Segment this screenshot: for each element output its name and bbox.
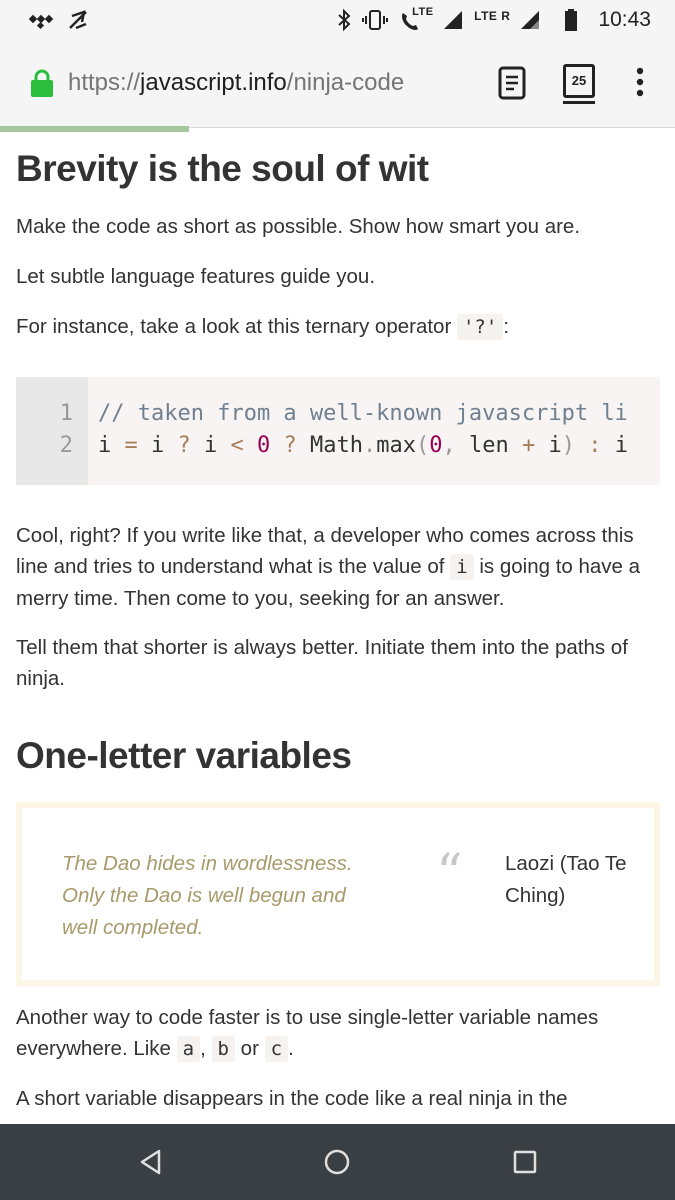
quote-box: The Dao hides in wordlessness. Only the … (16, 802, 660, 986)
code-operator: : (588, 433, 602, 458)
text: Another way to code faster is to use sin… (16, 1006, 599, 1060)
code-operator: + (521, 433, 536, 458)
text: : (503, 315, 510, 338)
code-operator: < (230, 433, 244, 458)
code-number: 0 (429, 433, 443, 458)
recents-icon[interactable] (511, 1148, 539, 1176)
url-path: /ninja-code (286, 69, 405, 96)
code-punctuation: , (442, 433, 456, 458)
code-line-1: // taken from a well-known javascript li (98, 401, 628, 426)
inline-code-ternary: '?' (456, 314, 504, 340)
text: For instance, take a look at this ternar… (16, 315, 457, 338)
code-line-2: i = i ? i < 0 ? Math.max(0, len + i) : i (98, 433, 628, 458)
vibrate-icon (362, 10, 389, 30)
bluetooth-icon (338, 8, 351, 32)
inline-code-b: b (211, 1036, 235, 1062)
code-operator: ? (283, 433, 297, 458)
paragraph-short-variable: A short variable disappears in the code … (16, 1087, 568, 1110)
home-icon[interactable] (323, 1148, 351, 1176)
paragraph-ternary: For instance, take a look at this ternar… (16, 311, 660, 343)
code-token: i (151, 433, 165, 458)
text: , (200, 1037, 212, 1060)
address-bar: https://javascript.info/ninja-code 25 (0, 40, 675, 128)
heading-one-letter: One-letter variables (16, 735, 352, 776)
url-field[interactable]: https://javascript.info/ninja-code (68, 69, 404, 97)
quote-author: Laozi (Tao Te Ching) (505, 852, 627, 907)
signal-dots-icon (28, 14, 54, 30)
inline-code-c: c (264, 1036, 289, 1062)
navigation-bar (0, 1124, 675, 1200)
code-operator: ? (177, 433, 191, 458)
code-token: i (98, 433, 112, 458)
code-token: max (376, 433, 416, 458)
status-bar: LTE LTE R 10:43 (0, 0, 675, 40)
code-block: 1 2 // taken from a well-known javascrip… (16, 377, 660, 485)
no-location-icon (69, 10, 87, 30)
url-prefix: https:// (68, 69, 141, 96)
battery-icon (565, 9, 578, 31)
lte-roaming-label: LTE R (474, 9, 511, 23)
overflow-menu-icon[interactable] (636, 67, 644, 97)
code-token: Math (310, 433, 363, 458)
text: or (234, 1037, 265, 1060)
code-punctuation: . (362, 433, 377, 458)
tab-switcher-underline (563, 101, 595, 104)
paragraph-language-features: Let subtle language features guide you. (16, 265, 376, 288)
lte-label: LTE (412, 6, 434, 18)
line-number: 2 (59, 433, 73, 458)
code-operator: = (124, 433, 138, 458)
code-number: 0 (257, 433, 271, 458)
line-number: 1 (59, 401, 73, 426)
page-load-progress (0, 126, 189, 132)
quote-text: The Dao hides in wordlessness. Only the … (62, 852, 353, 939)
text: . (288, 1037, 294, 1060)
code-token: i (204, 433, 218, 458)
code-punctuation: ) (561, 433, 575, 458)
code-token: len (468, 433, 509, 458)
back-icon[interactable] (137, 1148, 165, 1176)
tab-switcher-button[interactable]: 25 (563, 64, 595, 98)
url-host: javascript.info (140, 69, 287, 96)
code-punctuation: ( (415, 433, 430, 458)
paragraph-shorter-better: Tell them that shorter is always better.… (16, 636, 628, 690)
code-gutter (16, 377, 88, 485)
call-lte-icon: LTE (398, 6, 434, 34)
inline-code-i: i (450, 554, 474, 580)
status-time: 10:43 (598, 8, 651, 31)
code-token: i (548, 433, 562, 458)
inline-code-a: a (176, 1036, 201, 1062)
paragraph-cool-right: Cool, right? If you write like that, a d… (16, 520, 660, 614)
quote-mark-icon: “ (436, 844, 463, 904)
reader-mode-icon[interactable] (498, 66, 526, 100)
heading-brevity: Brevity is the soul of wit (16, 148, 429, 189)
paragraph-single-letter: Another way to code faster is to use sin… (16, 1002, 660, 1065)
signal-icon (444, 11, 463, 29)
paragraph-short-code: Make the code as short as possible. Show… (16, 215, 581, 238)
roaming-signal-icon (521, 11, 540, 29)
code-token: i (614, 433, 628, 458)
lock-icon[interactable] (30, 68, 54, 98)
